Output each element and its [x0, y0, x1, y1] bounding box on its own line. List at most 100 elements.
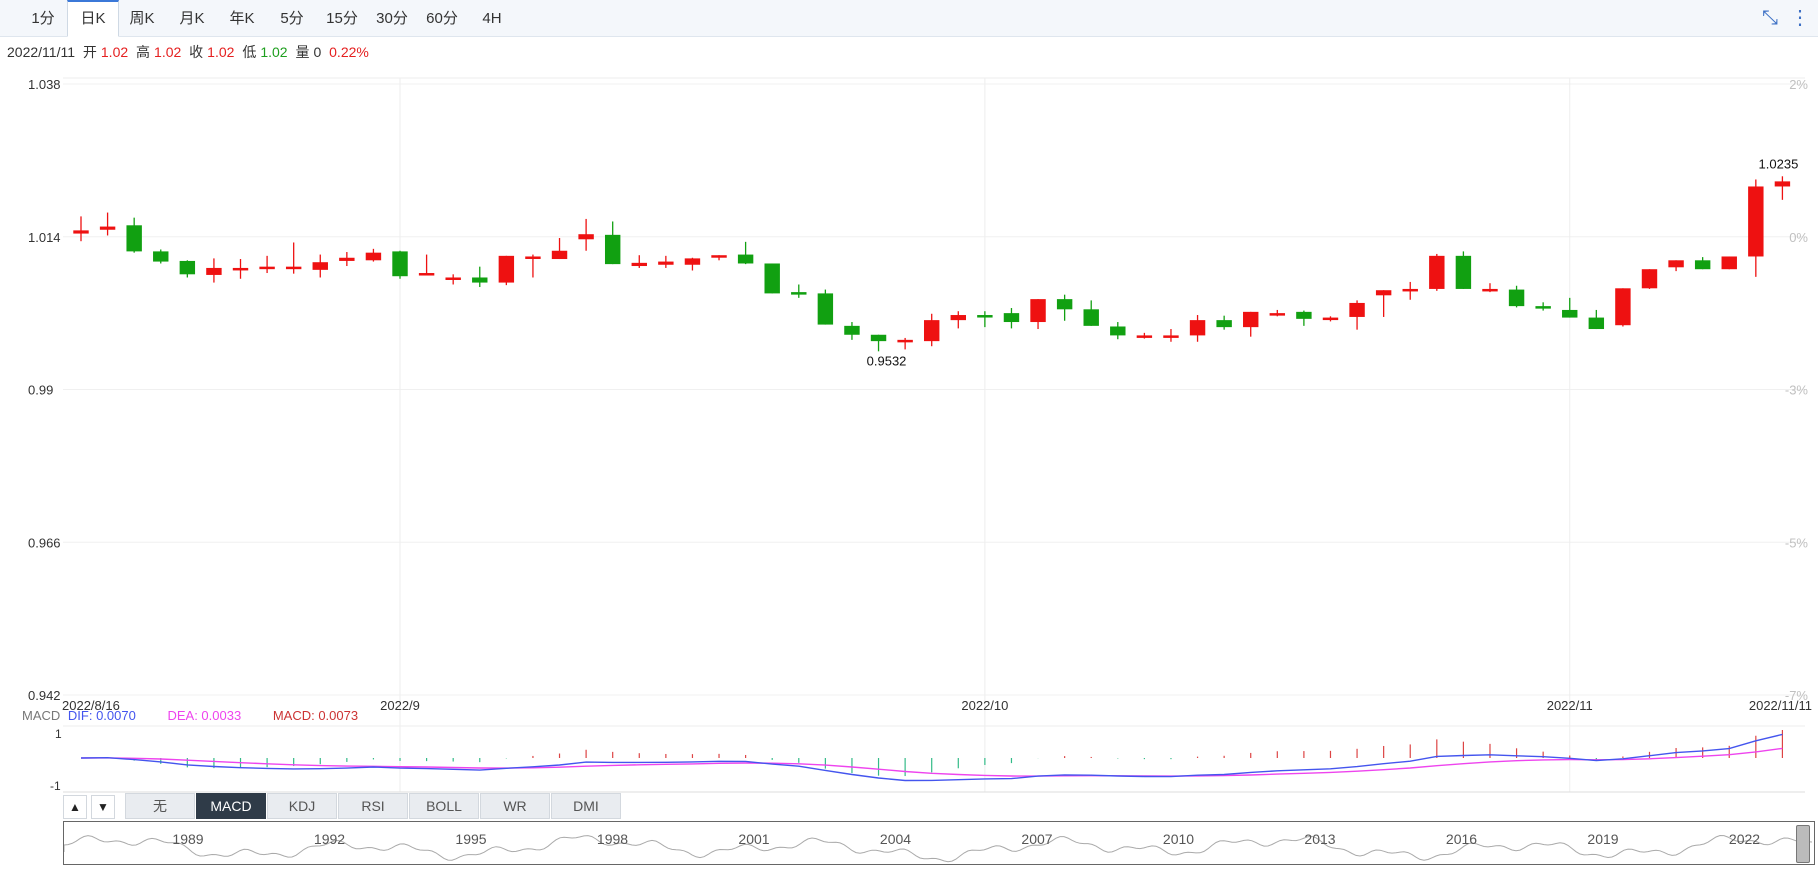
x-tick-label: 2022/11/11	[1749, 698, 1812, 713]
candle-body	[1668, 260, 1684, 268]
ohlc-info: 2022/11/11 开 1.02 高 1.02 收 1.02 低 1.02 量0 0.…	[7, 42, 373, 62]
candle-body	[737, 254, 754, 264]
more-icon[interactable]: ⋮	[1788, 6, 1812, 30]
x-tick-label: 2022/10	[961, 698, 1008, 713]
info-date: 2022/11/11	[7, 44, 75, 60]
candle-body	[1429, 255, 1445, 289]
candle-body	[977, 315, 993, 318]
candle-body	[259, 266, 275, 270]
candle-body	[365, 252, 382, 261]
y-tick-label: 0.99	[28, 383, 53, 398]
tab-5[interactable]: 5分	[267, 0, 317, 36]
candle-body	[1535, 306, 1551, 309]
tab-8[interactable]: 60分	[417, 0, 467, 36]
range-navigator[interactable]: 1989 1992 1995 1998 2001 2004 2007 2010 2013 2016…	[63, 821, 1815, 865]
y-tick-label: 1.038	[28, 77, 61, 92]
candle-body	[1189, 320, 1206, 336]
indicator-button-bar: 无 MACD KDJ RSI BOLL WR DMI	[125, 793, 622, 819]
candle-body	[1482, 288, 1498, 292]
y-pct-label: -5%	[1785, 535, 1809, 550]
macd-legend-prefix: MACD	[22, 708, 61, 723]
candle-body	[578, 234, 594, 240]
tab-4[interactable]: 年K	[217, 0, 267, 36]
info-low: 1.02	[260, 44, 288, 60]
navigator-year-label: 2013	[1304, 831, 1336, 847]
candle-body	[179, 260, 196, 275]
indicator-button-3[interactable]: RSI	[338, 793, 408, 819]
candle-body	[1508, 289, 1525, 307]
tab-1[interactable]: 日K	[67, 0, 119, 37]
macd-legend: MACD DIF: 0.0070 DEA: 0.0033 MACD: 0.007…	[22, 708, 386, 723]
dea-line	[80, 747, 1783, 777]
candle-body	[1615, 288, 1631, 326]
candle-body	[844, 325, 860, 335]
indicator-button-6[interactable]: DMI	[551, 793, 621, 819]
tab-6[interactable]: 15分	[317, 0, 367, 36]
info-high: 1.02	[154, 44, 182, 60]
navigator-year-label: 1992	[313, 831, 346, 847]
candle-body	[1588, 317, 1605, 330]
candle-body	[1269, 313, 1286, 316]
navigator-year-label: 2004	[879, 831, 912, 847]
y-pct-label: 2%	[1789, 77, 1808, 92]
candle-body	[392, 251, 408, 277]
candle-body	[1296, 311, 1312, 319]
tab-9[interactable]: 4H	[467, 0, 517, 36]
info-open-label: 开	[82, 44, 97, 60]
tab-2[interactable]: 周K	[117, 0, 167, 36]
candle-body	[1748, 186, 1764, 257]
navigator-year-label: 2007	[1021, 831, 1053, 847]
info-close: 1.02	[207, 44, 235, 60]
x-tick-label: 2022/11	[1547, 698, 1593, 713]
candlestick-chart[interactable]: 1.038 2%1.014 0%0.99 -3%0.966 -5%0.942 -7%202…	[0, 0, 1818, 875]
collapse-icon[interactable]: ⤡	[1758, 6, 1782, 30]
candle-body	[232, 267, 249, 271]
candle-body	[73, 230, 89, 234]
candle-body	[1641, 269, 1658, 289]
navigator-year-label: 2022	[1728, 831, 1761, 847]
candle-body	[126, 225, 142, 252]
y-pct-label: 0%	[1789, 230, 1808, 245]
indicator-button-4[interactable]: BOLL	[409, 793, 479, 819]
y-tick-label: 0.966	[28, 535, 61, 550]
y-tick-label: 0.942	[28, 688, 61, 703]
navigator-year-label: 2016	[1445, 831, 1478, 847]
candle-body	[1694, 260, 1711, 270]
tab-7[interactable]: 30分	[367, 0, 417, 36]
min-price-label: 0.9532	[867, 353, 907, 368]
scroll-up-button[interactable]: ▲	[63, 795, 87, 819]
candle-body	[418, 273, 435, 276]
tab-3[interactable]: 月K	[167, 0, 217, 36]
candle-body	[1136, 335, 1153, 338]
candle-body	[312, 262, 328, 270]
dif-label: DIF: 0.0070	[67, 708, 136, 723]
dea-label: DEA: 0.0033	[167, 708, 242, 723]
max-price-label: 1.0235	[1759, 156, 1799, 171]
candle-body	[604, 234, 621, 265]
y-pct-label: -7%	[1785, 688, 1809, 703]
candle-body	[551, 250, 568, 260]
candle-body	[658, 261, 674, 265]
scroll-down-button[interactable]: ▼	[91, 795, 115, 819]
indicator-button-1[interactable]: MACD	[196, 793, 266, 819]
indicator-button-0[interactable]: 无	[125, 793, 195, 819]
navigator-handle[interactable]	[1796, 825, 1810, 863]
indicator-button-5[interactable]: WR	[480, 793, 550, 819]
candle-body	[1721, 256, 1737, 270]
candle-body	[1402, 288, 1418, 292]
candle-body	[99, 226, 116, 230]
info-high-label: 高	[136, 44, 151, 60]
info-vol-label: 量	[295, 44, 310, 60]
macd-label: MACD: 0.0073	[272, 708, 359, 723]
navigator-year-label: 2019	[1587, 831, 1619, 847]
candle-body	[445, 277, 461, 280]
tab-0[interactable]: 1分	[19, 0, 67, 36]
candle-body	[1774, 181, 1791, 187]
indicator-button-2[interactable]: KDJ	[267, 793, 337, 819]
candle-body	[764, 263, 780, 294]
info-vol: 0	[313, 44, 322, 60]
candle-body	[498, 255, 515, 283]
candle-body	[923, 320, 940, 342]
candle-body	[285, 266, 302, 270]
x-tick-label: 2022/9	[380, 698, 420, 713]
